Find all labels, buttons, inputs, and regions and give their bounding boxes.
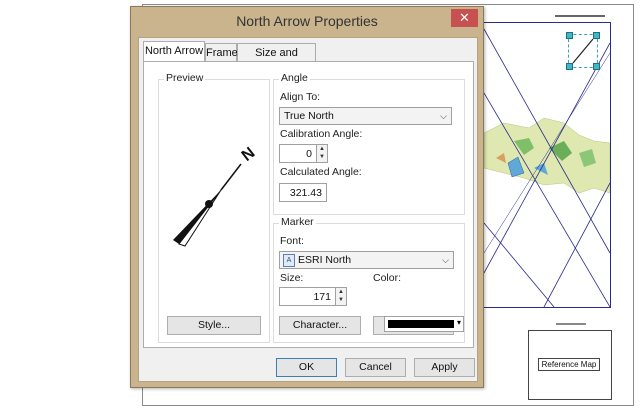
selection-handle[interactable] bbox=[593, 63, 600, 70]
selection-handle[interactable] bbox=[566, 32, 573, 39]
calculated-angle-label: Calculated Angle: bbox=[280, 166, 362, 178]
tab-north-arrow[interactable]: North Arrow bbox=[143, 41, 205, 63]
size-input[interactable]: 171 bbox=[279, 287, 336, 306]
chevron-down-icon: ⌵ bbox=[442, 255, 449, 265]
svg-text:N: N bbox=[239, 144, 259, 165]
color-label: Color: bbox=[373, 272, 402, 284]
tab-size-and-position[interactable]: Size and Position bbox=[237, 43, 316, 78]
preview-legend: Preview bbox=[164, 72, 206, 84]
font-select[interactable]: A ESRI North ⌵ bbox=[279, 251, 454, 269]
calculated-angle-value: 321.43 bbox=[279, 183, 327, 202]
size-spinner[interactable]: ▲ ▼ bbox=[335, 287, 347, 306]
reference-map-title bbox=[556, 323, 586, 325]
north-arrow-preview-icon: N bbox=[173, 144, 259, 247]
layout-title-text bbox=[555, 15, 605, 17]
reference-map-label: Reference Map bbox=[538, 358, 600, 371]
cancel-button[interactable]: Cancel bbox=[345, 358, 406, 377]
font-file-icon: A bbox=[283, 254, 295, 267]
calibration-angle-label: Calibration Angle: bbox=[280, 128, 363, 140]
chevron-down-icon: ▾ bbox=[456, 318, 461, 327]
selection-handle[interactable] bbox=[566, 63, 573, 70]
align-to-select[interactable]: True North ⌵ bbox=[279, 107, 452, 125]
character-button[interactable]: Character... bbox=[279, 316, 361, 335]
angle-group: Angle Align To: True North ⌵ Calibration… bbox=[273, 72, 465, 215]
align-to-value: True North bbox=[284, 110, 334, 122]
color-picker[interactable]: ▾ bbox=[384, 316, 464, 332]
spin-up-icon[interactable]: ▲ bbox=[336, 288, 346, 296]
color-swatch-fill bbox=[388, 320, 454, 328]
north-arrow-properties-dialog: North Arrow Properties ✕ North Arrow Fra… bbox=[130, 6, 484, 388]
marker-legend: Marker bbox=[279, 216, 316, 228]
chevron-down-icon: ⌵ bbox=[440, 111, 447, 121]
spin-down-icon[interactable]: ▼ bbox=[317, 153, 327, 161]
selection-handle[interactable] bbox=[593, 32, 600, 39]
calibration-angle-spinner[interactable]: ▲ ▼ bbox=[316, 144, 328, 163]
ok-button[interactable]: OK bbox=[276, 358, 337, 377]
dialog-title: North Arrow Properties bbox=[236, 13, 378, 29]
close-button[interactable]: ✕ bbox=[451, 9, 478, 27]
calibration-angle-input[interactable]: 0 bbox=[279, 144, 317, 163]
align-to-label: Align To: bbox=[280, 91, 321, 103]
spin-down-icon[interactable]: ▼ bbox=[336, 296, 346, 304]
style-button[interactable]: Style... bbox=[167, 316, 261, 335]
dialog-client: North Arrow Frame Size and Position Prev… bbox=[138, 37, 478, 382]
font-label: Font: bbox=[280, 235, 304, 247]
angle-legend: Angle bbox=[279, 72, 310, 84]
tab-frame[interactable]: Frame bbox=[205, 43, 238, 63]
tab-panel: Preview N Style... Angle Align To: True … bbox=[143, 61, 474, 348]
size-label: Size: bbox=[280, 272, 304, 284]
apply-button[interactable]: Apply bbox=[414, 358, 475, 377]
font-value: ESRI North bbox=[298, 254, 352, 266]
spin-up-icon[interactable]: ▲ bbox=[317, 145, 327, 153]
preview-group: Preview N Style... bbox=[158, 72, 270, 343]
